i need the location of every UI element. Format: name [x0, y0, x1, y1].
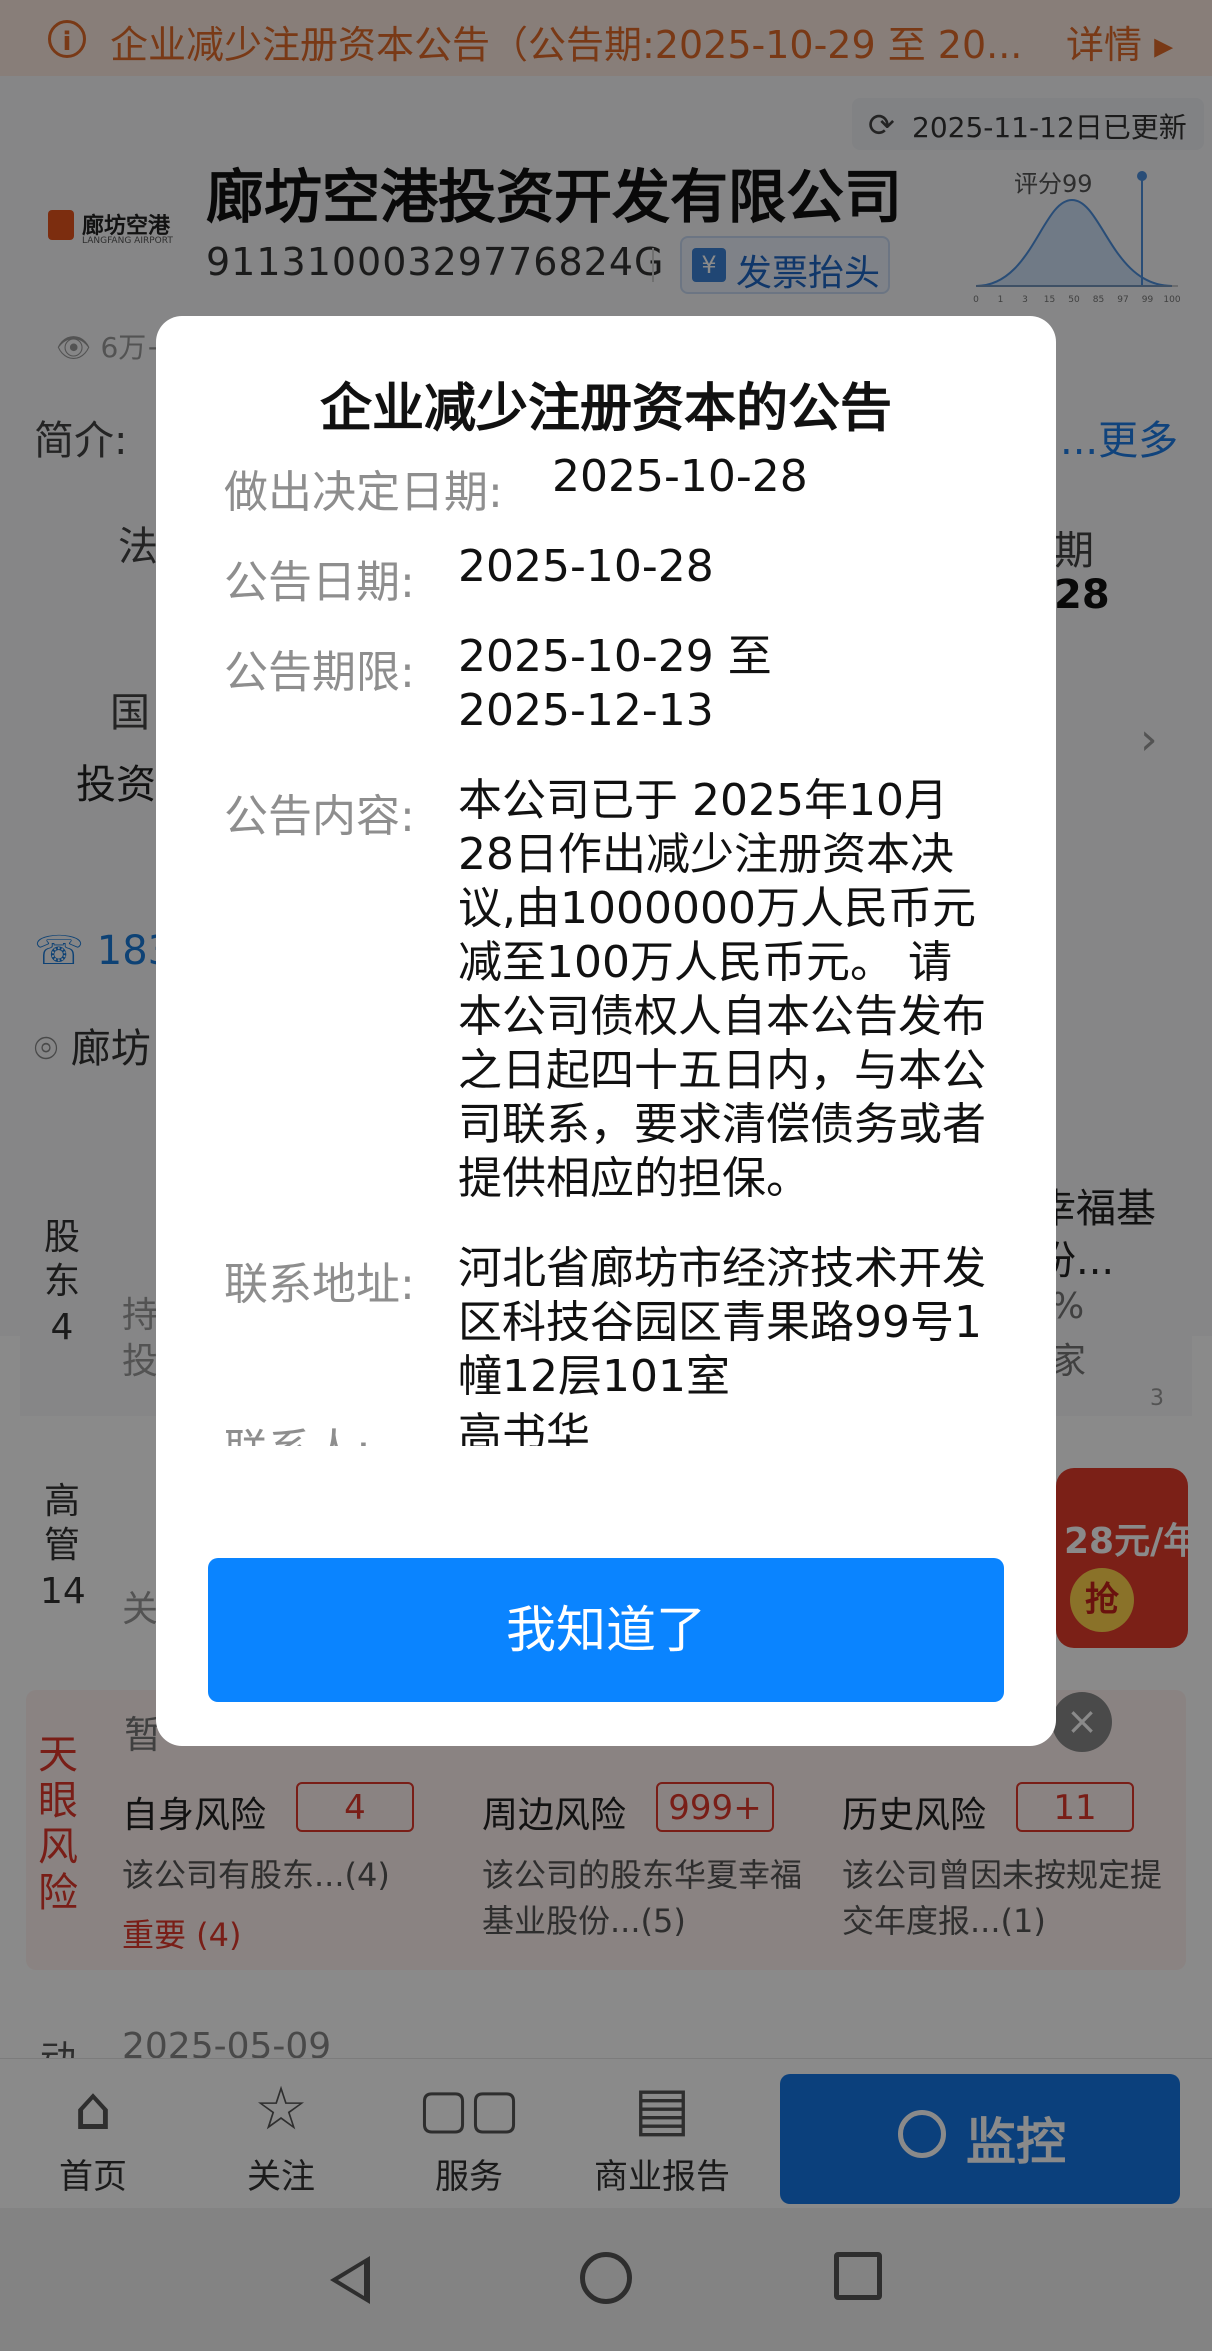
announcement-content-value: 本公司已于 2025年10月28日作出减少注册资本决议,由1000000万人民币…	[458, 775, 986, 1204]
announcement-period-value: 2025-10-29 至 2025-12-13	[458, 631, 772, 736]
contact-person-label: 联系人:	[224, 1414, 371, 1446]
contact-address-label: 联系地址:	[224, 1259, 415, 1310]
announcement-date-value: 2025-10-28	[458, 541, 714, 592]
decision-date-value: 2025-10-28	[552, 451, 808, 502]
announcement-dialog: 企业减少注册资本的公告 做出决定日期: 2025-10-28 公告日期: 202…	[156, 316, 1056, 1746]
dialog-title: 企业减少注册资本的公告	[319, 379, 892, 439]
contact-address-value: 河北省廊坊市经济技术开发区科技谷园区青果路99号1幢12层101室	[458, 1243, 986, 1402]
announcement-period-label: 公告期限:	[224, 647, 415, 698]
announcement-date-label: 公告日期:	[224, 557, 415, 608]
dialog-content-scroll[interactable]: 做出决定日期: 2025-10-28 公告日期: 2025-10-28 公告期限…	[156, 446, 1056, 1446]
contact-person-value: 高书华	[458, 1409, 590, 1446]
acknowledge-button[interactable]: 我知道了	[208, 1558, 1004, 1702]
announcement-content-label: 公告内容:	[224, 791, 415, 842]
decision-date-label: 做出决定日期:	[224, 467, 503, 518]
